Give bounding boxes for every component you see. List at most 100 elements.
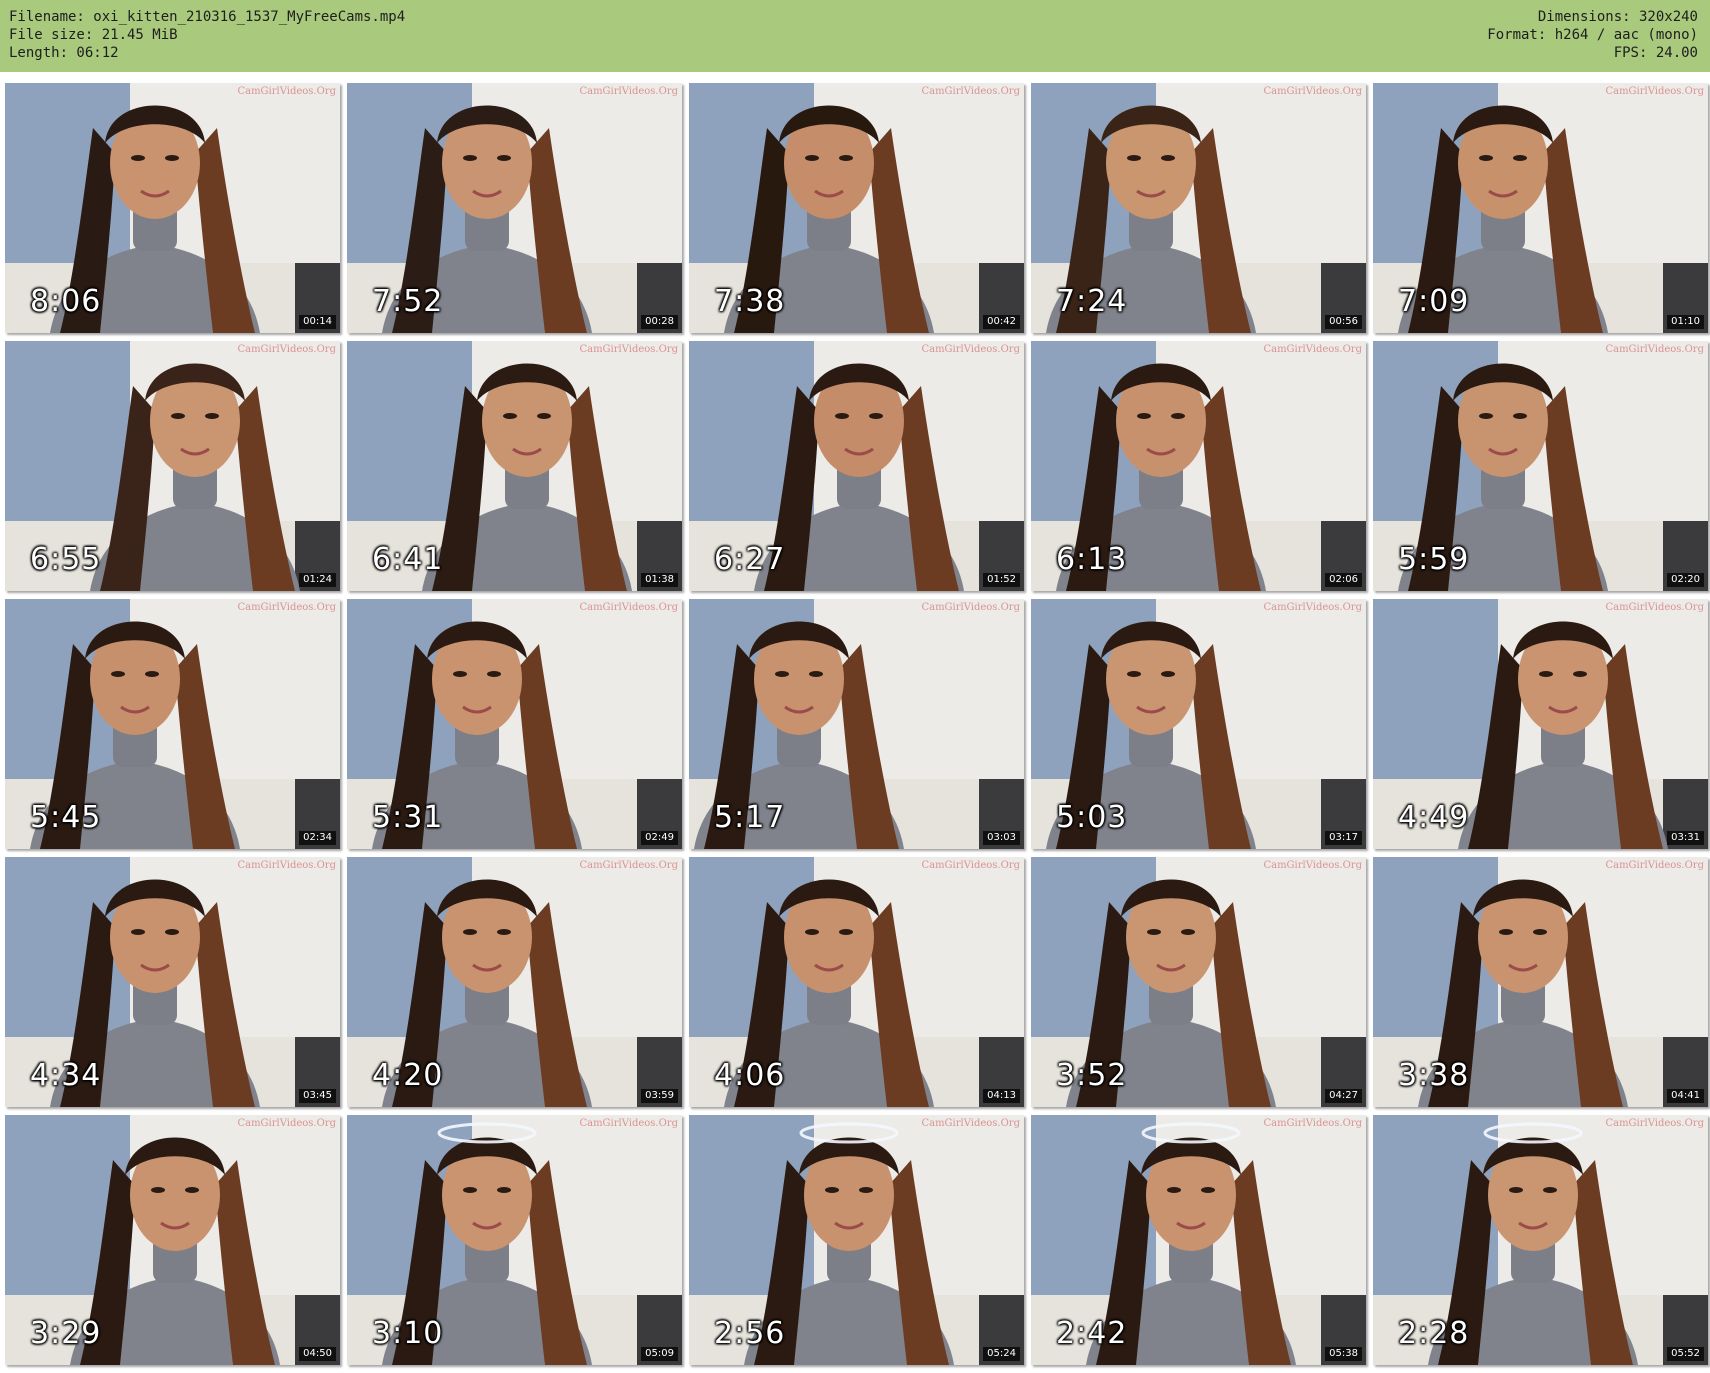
- video-thumbnail[interactable]: CamGirlVideos.Org 4:06 04:13: [689, 857, 1024, 1107]
- overlay-countdown: 4:20: [372, 1058, 444, 1093]
- thumbnail-timestamp: 03:59: [641, 1089, 678, 1103]
- watermark-text: CamGirlVideos.Org: [1605, 86, 1704, 97]
- video-thumbnail[interactable]: CamGirlVideos.Org 6:27 01:52: [689, 341, 1024, 591]
- overlay-countdown: 4:49: [1398, 800, 1470, 835]
- watermark-text: CamGirlVideos.Org: [921, 344, 1020, 355]
- thumbnail-timestamp: 03:03: [983, 831, 1020, 845]
- watermark-text: CamGirlVideos.Org: [1263, 86, 1362, 97]
- thumbnail-timestamp: 04:13: [983, 1089, 1020, 1103]
- thumbnail-timestamp: 04:50: [299, 1347, 336, 1361]
- overlay-countdown: 2:28: [1398, 1316, 1470, 1351]
- overlay-countdown: 6:13: [1056, 542, 1128, 577]
- overlay-countdown: 8:06: [30, 284, 102, 319]
- thumbnail-timestamp: 04:41: [1667, 1089, 1704, 1103]
- video-thumbnail[interactable]: CamGirlVideos.Org 4:34 03:45: [5, 857, 340, 1107]
- watermark-text: CamGirlVideos.Org: [921, 1118, 1020, 1129]
- watermark-text: CamGirlVideos.Org: [1263, 860, 1362, 871]
- video-thumbnail[interactable]: CamGirlVideos.Org 3:52 04:27: [1031, 857, 1366, 1107]
- video-thumbnail[interactable]: CamGirlVideos.Org 7:52 00:28: [347, 83, 682, 333]
- video-thumbnail[interactable]: CamGirlVideos.Org 5:45 02:34: [5, 599, 340, 849]
- watermark-text: CamGirlVideos.Org: [1263, 602, 1362, 613]
- overlay-countdown: 5:17: [714, 800, 786, 835]
- overlay-countdown: 3:38: [1398, 1058, 1470, 1093]
- watermark-text: CamGirlVideos.Org: [1263, 1118, 1362, 1129]
- overlay-countdown: 7:24: [1056, 284, 1128, 319]
- thumbnail-timestamp: 02:20: [1667, 573, 1704, 587]
- overlay-countdown: 6:41: [372, 542, 444, 577]
- thumbnail-timestamp: 00:56: [1325, 315, 1362, 329]
- thumbnail-timestamp: 01:38: [641, 573, 678, 587]
- watermark-text: CamGirlVideos.Org: [237, 602, 336, 613]
- video-thumbnail[interactable]: CamGirlVideos.Org 8:06 00:14: [5, 83, 340, 333]
- watermark-text: CamGirlVideos.Org: [579, 602, 678, 613]
- watermark-text: CamGirlVideos.Org: [1605, 1118, 1704, 1129]
- thumbnail-timestamp: 01:24: [299, 573, 336, 587]
- filename-text: Filename: oxi_kitten_210316_1537_MyFreeC…: [9, 9, 406, 25]
- thumbnail-timestamp: 02:34: [299, 831, 336, 845]
- dimensions-text: Dimensions: 320x240: [1537, 9, 1698, 25]
- video-thumbnail[interactable]: CamGirlVideos.Org 3:29 04:50: [5, 1115, 340, 1365]
- watermark-text: CamGirlVideos.Org: [579, 86, 678, 97]
- overlay-countdown: 5:59: [1398, 542, 1470, 577]
- video-thumbnail[interactable]: CamGirlVideos.Org 6:13 02:06: [1031, 341, 1366, 591]
- video-thumbnail[interactable]: CamGirlVideos.Org 7:09 01:10: [1373, 83, 1708, 333]
- thumbnail-timestamp: 05:24: [983, 1347, 1020, 1361]
- thumbnail-timestamp: 00:14: [299, 315, 336, 329]
- video-thumbnail[interactable]: CamGirlVideos.Org 5:17 03:03: [689, 599, 1024, 849]
- video-thumbnail[interactable]: CamGirlVideos.Org 4:49 03:31: [1373, 599, 1708, 849]
- video-thumbnail[interactable]: CamGirlVideos.Org 2:28 05:52: [1373, 1115, 1708, 1365]
- file-size-text: File size: 21.45 MiB: [9, 27, 178, 43]
- video-thumbnail[interactable]: CamGirlVideos.Org 3:10 05:09: [347, 1115, 682, 1365]
- watermark-text: CamGirlVideos.Org: [921, 86, 1020, 97]
- video-thumbnail[interactable]: CamGirlVideos.Org 2:42 05:38: [1031, 1115, 1366, 1365]
- overlay-countdown: 6:55: [30, 542, 102, 577]
- thumbnail-timestamp: 02:06: [1325, 573, 1362, 587]
- file-info-header: Filename: oxi_kitten_210316_1537_MyFreeC…: [0, 0, 1710, 72]
- video-thumbnail[interactable]: CamGirlVideos.Org 2:56 05:24: [689, 1115, 1024, 1365]
- thumbnail-timestamp: 05:09: [641, 1347, 678, 1361]
- video-thumbnail[interactable]: CamGirlVideos.Org 4:20 03:59: [347, 857, 682, 1107]
- watermark-text: CamGirlVideos.Org: [1605, 344, 1704, 355]
- video-thumbnail[interactable]: CamGirlVideos.Org 5:03 03:17: [1031, 599, 1366, 849]
- overlay-countdown: 4:34: [30, 1058, 102, 1093]
- video-thumbnail[interactable]: CamGirlVideos.Org 5:59 02:20: [1373, 341, 1708, 591]
- overlay-countdown: 7:09: [1398, 284, 1470, 319]
- overlay-countdown: 5:31: [372, 800, 444, 835]
- thumbnail-timestamp: 03:31: [1667, 831, 1704, 845]
- thumbnail-timestamp: 01:10: [1667, 315, 1704, 329]
- watermark-text: CamGirlVideos.Org: [1605, 860, 1704, 871]
- video-thumbnail[interactable]: CamGirlVideos.Org 7:38 00:42: [689, 83, 1024, 333]
- overlay-countdown: 7:38: [714, 284, 786, 319]
- overlay-countdown: 4:06: [714, 1058, 786, 1093]
- watermark-text: CamGirlVideos.Org: [1605, 602, 1704, 613]
- overlay-countdown: 3:29: [30, 1316, 102, 1351]
- video-thumbnail[interactable]: CamGirlVideos.Org 5:31 02:49: [347, 599, 682, 849]
- overlay-countdown: 5:45: [30, 800, 102, 835]
- watermark-text: CamGirlVideos.Org: [921, 860, 1020, 871]
- video-thumbnail[interactable]: CamGirlVideos.Org 6:41 01:38: [347, 341, 682, 591]
- overlay-countdown: 2:42: [1056, 1316, 1128, 1351]
- thumbnail-timestamp: 01:52: [983, 573, 1020, 587]
- video-thumbnail[interactable]: CamGirlVideos.Org 6:55 01:24: [5, 341, 340, 591]
- overlay-countdown: 7:52: [372, 284, 444, 319]
- format-text: Format: h264 / aac (mono): [1487, 27, 1698, 43]
- thumbnail-timestamp: 04:27: [1325, 1089, 1362, 1103]
- overlay-countdown: 6:27: [714, 542, 786, 577]
- thumbnail-timestamp: 00:28: [641, 315, 678, 329]
- watermark-text: CamGirlVideos.Org: [237, 860, 336, 871]
- overlay-countdown: 3:10: [372, 1316, 444, 1351]
- thumbnail-timestamp: 00:42: [983, 315, 1020, 329]
- fps-text: FPS: 24.00: [1613, 45, 1698, 61]
- thumbnail-timestamp: 05:38: [1325, 1347, 1362, 1361]
- thumbnail-timestamp: 02:49: [641, 831, 678, 845]
- thumbnail-timestamp: 03:17: [1325, 831, 1362, 845]
- video-thumbnail[interactable]: CamGirlVideos.Org 3:38 04:41: [1373, 857, 1708, 1107]
- watermark-text: CamGirlVideos.Org: [921, 602, 1020, 613]
- watermark-text: CamGirlVideos.Org: [579, 1118, 678, 1129]
- file-info-right: Dimensions: 320x240 Format: h264 / aac (…: [1487, 8, 1698, 62]
- thumbnail-timestamp: 05:52: [1667, 1347, 1704, 1361]
- length-text: Length: 06:12: [9, 45, 119, 61]
- thumbnail-timestamp: 03:45: [299, 1089, 336, 1103]
- watermark-text: CamGirlVideos.Org: [237, 1118, 336, 1129]
- video-thumbnail[interactable]: CamGirlVideos.Org 7:24 00:56: [1031, 83, 1366, 333]
